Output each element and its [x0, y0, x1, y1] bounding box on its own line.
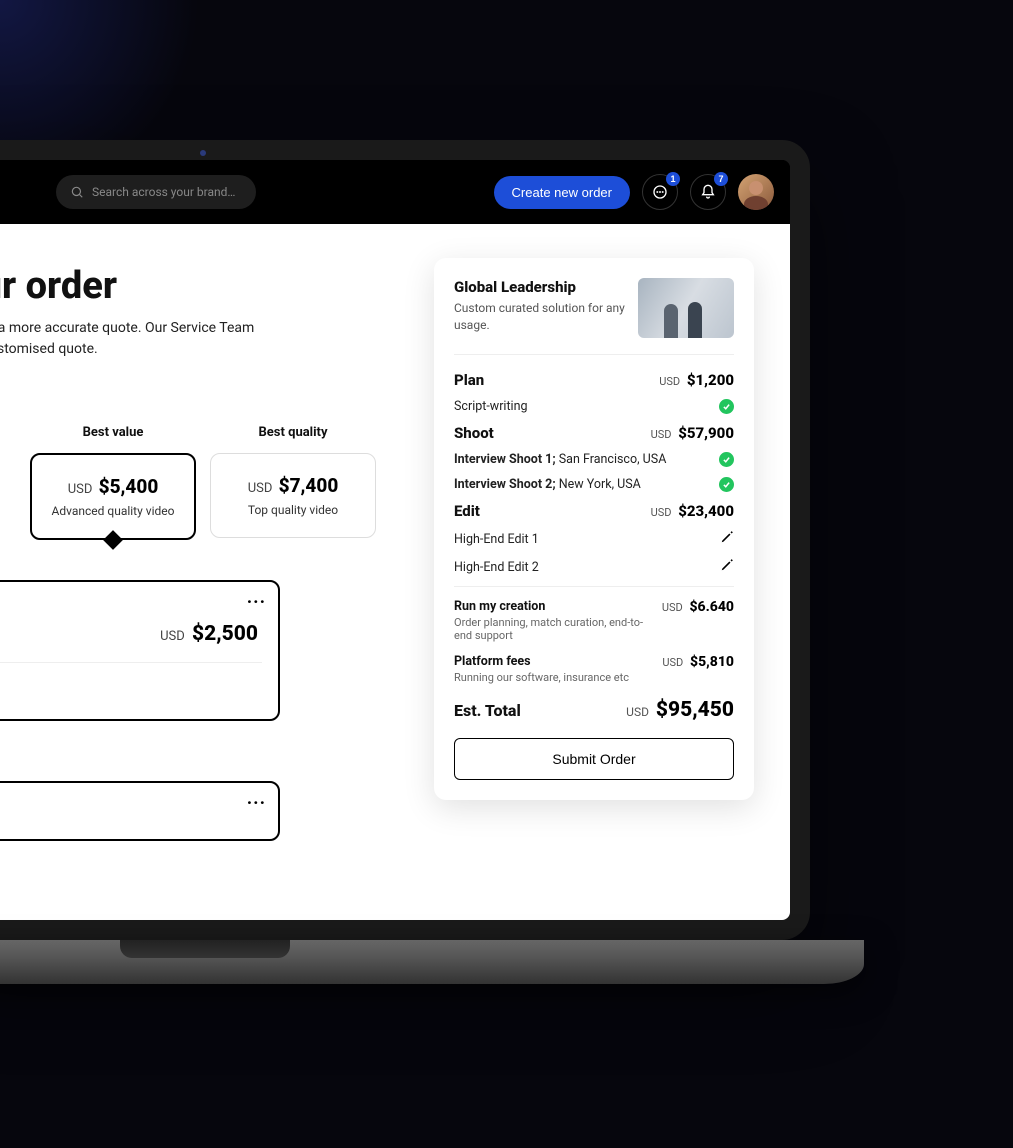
search-icon [70, 185, 84, 199]
notifications-badge: 7 [714, 172, 728, 186]
edit-item-2: High-End Edit 2 [454, 558, 734, 576]
shoot-item-label: Interview Shoot 1; San Francisco, USA [454, 452, 666, 467]
check-icon [719, 452, 734, 467]
shoot-label: Shoot [454, 424, 494, 442]
laptop-frame: Search across your brand… Create new ord… [0, 140, 810, 940]
package-option-best-quality: Best quality USD $7,400 Top quality vide… [210, 425, 376, 540]
edit-pen-icon[interactable] [720, 558, 734, 576]
fee-amount: USD $6.640 [662, 599, 734, 615]
package-price: USD $7,400 [221, 474, 365, 497]
fee-amount: USD $5,810 [662, 654, 734, 670]
package-option [0, 425, 16, 540]
plan-amount: USD $1,200 [659, 371, 734, 389]
fee-sub: Running our software, insurance etc [454, 671, 654, 684]
line-item-price: USD $2,500 [0, 598, 262, 663]
submit-order-button[interactable]: Submit Order [454, 738, 734, 780]
laptop-notch [120, 940, 290, 958]
edit-item-label: High-End Edit 2 [454, 560, 539, 575]
total-label: Est. Total [454, 701, 521, 720]
check-icon [719, 477, 734, 492]
shoot-item-1: Interview Shoot 1; San Francisco, USA [454, 452, 734, 467]
package-section-label: ge [0, 388, 390, 409]
summary-thumbnail [638, 278, 734, 338]
shoot-item-label: Interview Shoot 2; New York, USA [454, 477, 641, 492]
avatar[interactable] [738, 174, 774, 210]
edit-amount: USD $23,400 [651, 502, 734, 520]
fee-title: Run my creation [454, 599, 654, 614]
create-new-order-button[interactable]: Create new order [494, 176, 630, 209]
search-placeholder: Search across your brand… [92, 185, 235, 199]
package-card-best-quality[interactable]: USD $7,400 Top quality video [210, 453, 376, 538]
summary-subtitle: Custom curated solution for any usage. [454, 300, 626, 334]
total-amount: USD $95,450 [626, 698, 734, 722]
package-tag: Best value [30, 425, 196, 443]
summary-title: Global Leadership [454, 278, 626, 296]
order-summary-card: Global Leadership Custom curated solutio… [434, 258, 754, 800]
edit-item-1: High-End Edit 1 [454, 530, 734, 548]
fee-run-my-creation: Run my creation Order planning, match cu… [454, 599, 734, 642]
package-tag: Best quality [210, 425, 376, 443]
shoot-header-row: Shoot USD $57,900 [454, 424, 734, 442]
plan-item-label: Script-writing [454, 399, 528, 414]
edit-item-label: High-End Edit 1 [454, 532, 539, 547]
topbar: Search across your brand… Create new ord… [0, 160, 790, 224]
notifications-button[interactable]: 7 [690, 174, 726, 210]
more-icon[interactable]: ··· [247, 592, 266, 613]
package-row: Best value USD $5,400 Advanced quality v… [0, 425, 390, 540]
plan-label: Plan [454, 371, 484, 389]
messages-button[interactable]: 1 [642, 174, 678, 210]
plan-header-row: Plan USD $1,200 [454, 371, 734, 389]
plan-item-script-writing: Script-writing [454, 399, 734, 414]
summary-header: Global Leadership Custom curated solutio… [454, 278, 734, 355]
screen: Search across your brand… Create new ord… [0, 160, 790, 920]
fee-sub: Order planning, match curation, end-to-e… [454, 616, 654, 642]
package-price: USD $5,400 [42, 475, 184, 498]
content-area: e your order g fields to get a more accu… [0, 224, 790, 920]
package-option-best-value: Best value USD $5,400 Advanced quality v… [30, 425, 196, 540]
total-row: Est. Total USD $95,450 [454, 698, 734, 722]
divider [454, 586, 734, 587]
package-desc: Advanced quality video [42, 504, 184, 518]
search-input[interactable]: Search across your brand… [56, 175, 256, 209]
more-icon[interactable]: ··· [247, 793, 266, 814]
page-subtitle: g fields to get a more accurate quote. O… [0, 318, 390, 360]
edit-header-row: Edit USD $23,400 [454, 502, 734, 520]
shoot-amount: USD $57,900 [651, 424, 734, 442]
line-item-card-secondary[interactable]: ··· [0, 781, 280, 841]
check-icon [719, 399, 734, 414]
fee-title: Platform fees [454, 654, 654, 669]
messages-badge: 1 [666, 172, 680, 186]
fee-platform: Platform fees Running our software, insu… [454, 654, 734, 684]
edit-label: Edit [454, 502, 480, 520]
edit-pen-icon[interactable] [720, 530, 734, 548]
package-card-best-value[interactable]: USD $5,400 Advanced quality video [30, 453, 196, 540]
bell-icon [700, 184, 716, 200]
line-item-card[interactable]: ··· USD $2,500 [0, 580, 280, 721]
page-title: e your order [0, 264, 390, 308]
package-desc: Top quality video [221, 503, 365, 517]
main-area: e your order g fields to get a more accu… [0, 224, 410, 865]
package-tag [0, 425, 16, 443]
camera-dot [200, 150, 206, 156]
shoot-item-2: Interview Shoot 2; New York, USA [454, 477, 734, 492]
chat-icon [652, 184, 668, 200]
